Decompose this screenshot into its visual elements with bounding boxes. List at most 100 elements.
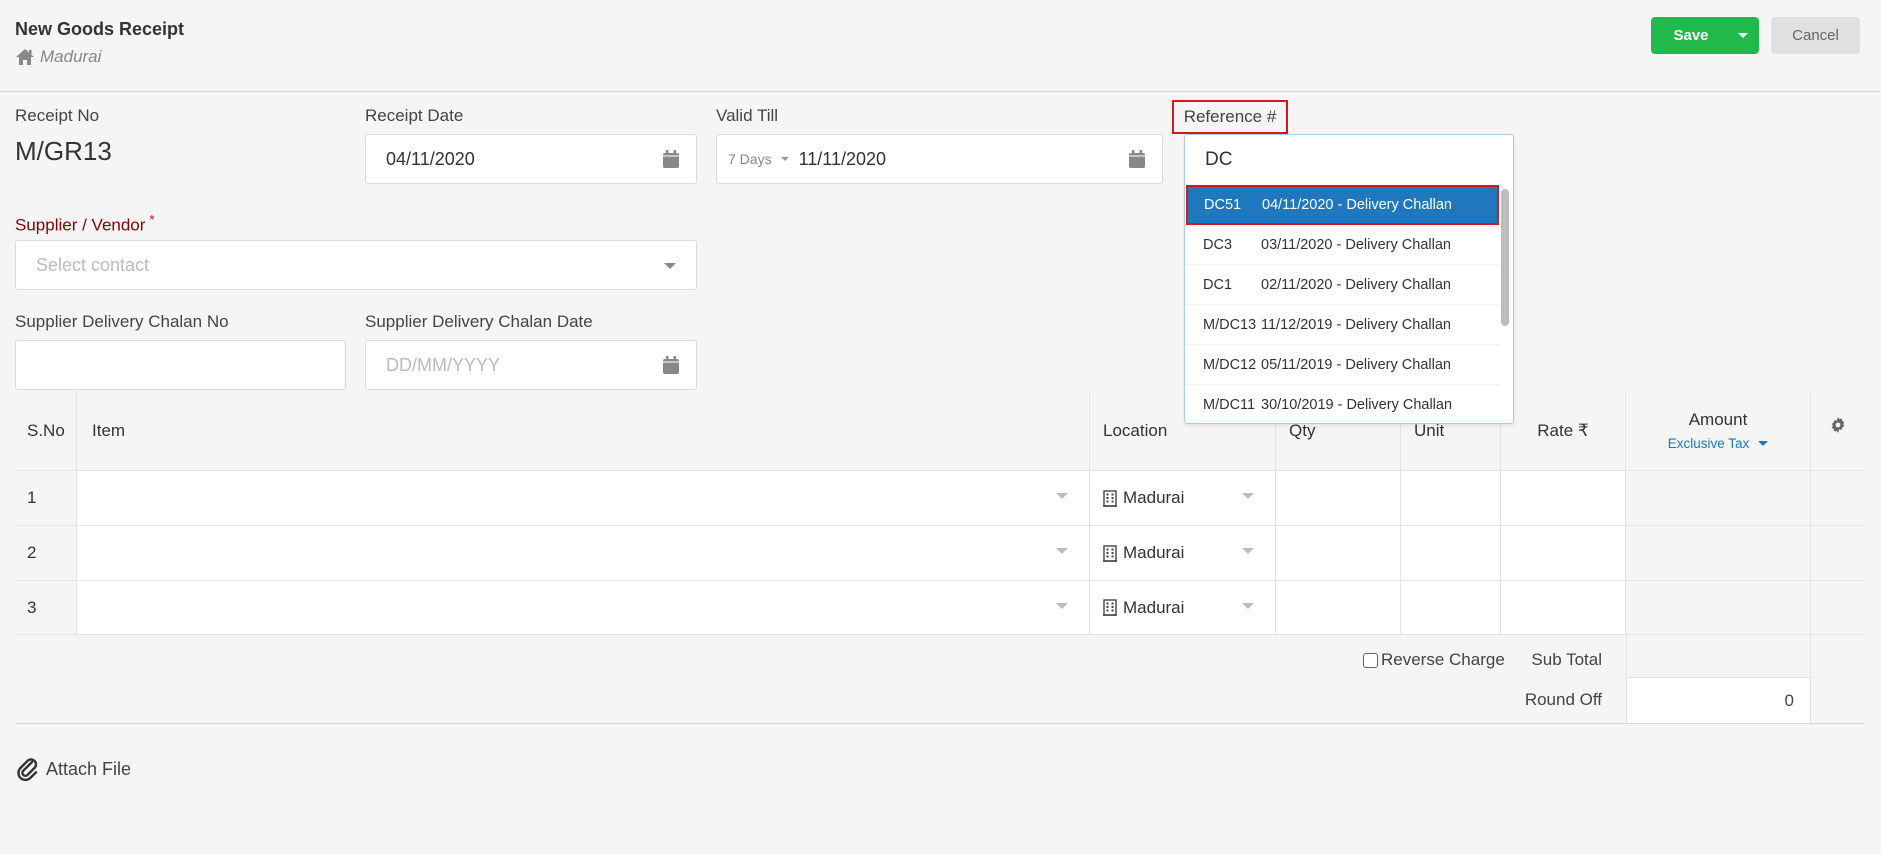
- chevron-down-icon: [1056, 548, 1068, 554]
- header-divider: [0, 91, 1881, 92]
- location-select[interactable]: Madurai: [1090, 526, 1276, 580]
- amount-value: [1626, 581, 1811, 634]
- footer-divider: [15, 723, 1865, 724]
- rate-input[interactable]: [1501, 526, 1626, 580]
- unit-input[interactable]: [1401, 471, 1501, 525]
- table-row: 2 Madurai: [15, 526, 1865, 581]
- attach-file-label: Attach File: [46, 758, 132, 779]
- attach-file-button[interactable]: Attach File: [17, 757, 131, 781]
- calendar-icon[interactable]: [1129, 150, 1145, 168]
- chalan-date-placeholder: DD/MM/YYYY: [386, 354, 501, 375]
- supplier-label-text: Supplier / Vendor: [15, 215, 146, 235]
- reference-option-desc: 03/11/2020 - Delivery Challan: [1261, 236, 1451, 253]
- chevron-down-icon: [780, 157, 789, 161]
- building-icon: [1103, 544, 1117, 562]
- required-mark: *: [149, 212, 155, 227]
- totals-section: Reverse Charge Sub Total Round Off 0: [15, 635, 1865, 723]
- reference-option[interactable]: DC51 04/11/2020 - Delivery Challan: [1186, 185, 1499, 225]
- header-amount: Amount Exclusive Tax: [1626, 391, 1811, 470]
- tax-mode-select[interactable]: Exclusive Tax: [1668, 436, 1769, 451]
- chalan-no-label: Supplier Delivery Chalan No: [15, 312, 229, 331]
- save-options-dropdown[interactable]: [1727, 33, 1759, 38]
- receipt-date-value: 04/11/2020: [386, 148, 475, 169]
- chalan-date-input[interactable]: DD/MM/YYYY: [365, 340, 697, 390]
- building-icon: [1103, 599, 1117, 616]
- reference-option[interactable]: M/DC11 30/10/2019 - Delivery Challan: [1185, 385, 1499, 423]
- reference-option[interactable]: DC3 03/11/2020 - Delivery Challan: [1185, 225, 1499, 265]
- paperclip-icon: [17, 758, 38, 781]
- unit-input[interactable]: [1401, 526, 1501, 580]
- save-button[interactable]: Save: [1651, 17, 1759, 54]
- reference-option-code: M/DC13: [1203, 316, 1257, 333]
- row-sno: 1: [15, 471, 77, 525]
- chevron-down-icon: [1242, 493, 1254, 499]
- reference-option-code: DC1: [1203, 276, 1233, 293]
- reference-option-code: M/DC12: [1203, 356, 1257, 373]
- qty-input[interactable]: [1276, 526, 1401, 580]
- dropdown-scrollbar[interactable]: [1501, 189, 1509, 326]
- valid-till-date: 11/11/2020: [798, 148, 886, 169]
- chalan-no-input[interactable]: [15, 340, 346, 390]
- chevron-down-icon: [1738, 33, 1748, 38]
- receipt-date-input[interactable]: 04/11/2020: [365, 134, 697, 184]
- reference-search-input[interactable]: DC: [1185, 135, 1513, 185]
- chalan-date-label: Supplier Delivery Chalan Date: [365, 312, 593, 331]
- tax-mode-label: Exclusive Tax: [1667, 436, 1750, 451]
- reference-option-desc: 11/12/2019 - Delivery Challan: [1261, 316, 1451, 333]
- item-select[interactable]: [77, 581, 1090, 634]
- location-value: Madurai: [1123, 543, 1185, 562]
- reference-options-list: DC51 04/11/2020 - Delivery Challan DC3 03/1…: [1185, 185, 1513, 423]
- supplier-select[interactable]: Select contact: [15, 240, 697, 290]
- reference-option-code: DC51: [1204, 196, 1242, 213]
- valid-till-period: 7 Days: [728, 151, 772, 167]
- building-icon: [1103, 489, 1117, 507]
- unit-input[interactable]: [1401, 581, 1501, 634]
- header-item: Item: [77, 391, 1090, 470]
- reference-dropdown[interactable]: DC DC51 04/11/2020 - Delivery Challan DC3 0…: [1184, 134, 1514, 424]
- location-value: Madurai: [1123, 597, 1185, 617]
- branch-indicator: Madurai: [15, 47, 101, 67]
- sub-total-label: Sub Total: [1531, 650, 1602, 669]
- reference-option-desc: 02/11/2020 - Delivery Challan: [1261, 276, 1451, 293]
- header-amount-label: Amount: [1688, 410, 1748, 429]
- rate-input[interactable]: [1501, 471, 1626, 525]
- valid-till-label: Valid Till: [716, 106, 779, 125]
- row-actions: [1811, 581, 1865, 634]
- item-select[interactable]: [77, 471, 1090, 525]
- reference-option[interactable]: DC1 02/11/2020 - Delivery Challan: [1185, 265, 1499, 305]
- amount-value: [1626, 471, 1811, 525]
- home-icon: [16, 49, 34, 65]
- round-off-input[interactable]: 0: [1626, 678, 1811, 723]
- calendar-icon[interactable]: [663, 150, 679, 168]
- checkbox[interactable]: [1363, 652, 1378, 668]
- amount-value: [1626, 526, 1811, 580]
- valid-till-period-select[interactable]: 7 Days: [728, 151, 799, 167]
- chevron-down-icon: [1242, 548, 1254, 554]
- reverse-charge-checkbox[interactable]: Reverse Charge: [1363, 650, 1505, 670]
- location-select[interactable]: Madurai: [1090, 471, 1276, 525]
- header-rate: Rate ₹: [1501, 391, 1626, 470]
- reference-option[interactable]: M/DC12 05/11/2019 - Delivery Challan: [1185, 345, 1499, 385]
- receipt-date-label: Receipt Date: [365, 106, 464, 125]
- qty-input[interactable]: [1276, 581, 1401, 634]
- table-header-row: S.No Item Location Qty Unit Rate ₹ Amoun…: [15, 391, 1865, 471]
- round-off-label: Round Off: [1524, 690, 1602, 709]
- chevron-down-icon: [1758, 441, 1769, 446]
- qty-input[interactable]: [1276, 471, 1401, 525]
- reference-option-desc: 05/11/2019 - Delivery Challan: [1261, 356, 1451, 373]
- location-select[interactable]: Madurai: [1090, 581, 1276, 634]
- item-select[interactable]: [77, 526, 1090, 580]
- reference-option[interactable]: M/DC13 11/12/2019 - Delivery Challan: [1185, 305, 1499, 345]
- cancel-button[interactable]: Cancel: [1771, 17, 1860, 54]
- rate-input[interactable]: [1501, 581, 1626, 634]
- reference-option-desc: 04/11/2020 - Delivery Challan: [1262, 196, 1452, 213]
- chevron-down-icon: [664, 263, 676, 269]
- table-settings-button[interactable]: [1811, 391, 1865, 470]
- reference-option-code: DC3: [1203, 236, 1233, 253]
- chevron-down-icon: [1056, 603, 1068, 609]
- receipt-no-value: M/GR13: [15, 136, 112, 166]
- calendar-icon[interactable]: [663, 356, 679, 374]
- valid-till-input[interactable]: 7 Days 11/11/2020: [716, 134, 1163, 184]
- receipt-no-label: Receipt No: [15, 106, 100, 125]
- chevron-down-icon: [1242, 603, 1254, 609]
